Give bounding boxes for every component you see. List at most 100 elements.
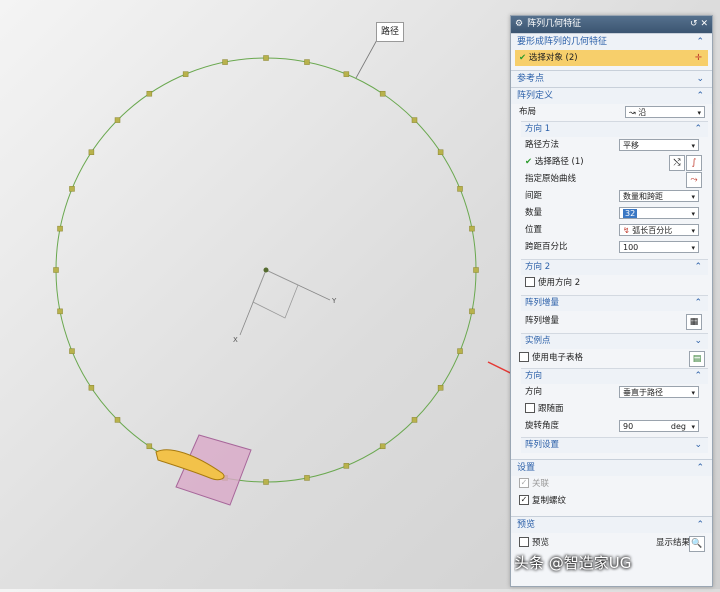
chevron-up-icon[interactable]: ⌃ — [696, 88, 704, 104]
section-objects-title: 要形成阵列的几何特征 — [517, 37, 608, 47]
direction2-header[interactable]: 方向 2 ⌃ — [521, 259, 708, 275]
pattern-settings-title: 阵列设置 — [525, 440, 560, 450]
position-select[interactable]: ↯ 弧长百分比 ▾ — [619, 224, 699, 236]
pattern-instance-marker — [263, 479, 269, 485]
instance-title: 实例点 — [525, 336, 551, 346]
pattern-instance-marker — [469, 225, 475, 232]
increment-header[interactable]: 阵列增量 ⌃ — [521, 295, 708, 311]
copy-threads-row[interactable]: ✓ 复制螺纹 — [511, 493, 712, 510]
chevron-down-icon[interactable]: ⌄ — [694, 438, 702, 453]
direction1-header[interactable]: 方向 1 ⌃ — [521, 121, 708, 137]
dropdown-arrow-icon: ▾ — [691, 423, 695, 431]
chevron-up-icon[interactable]: ⌃ — [694, 260, 702, 275]
follow-face-row[interactable]: 跟随面 — [511, 401, 712, 418]
count-input[interactable]: 32 ▾ — [619, 207, 699, 219]
orientation-title: 方向 — [525, 371, 543, 381]
section-ref-point-title: 参考点 — [517, 74, 545, 84]
position-row: 位置 ↯ 弧长百分比 ▾ — [511, 222, 712, 239]
copy-threads-checkbox[interactable]: ✓ — [519, 494, 529, 505]
pattern-instance-marker — [53, 267, 59, 273]
rotation-angle-input[interactable]: 90 deg ▾ — [619, 420, 699, 432]
spreadsheet-icon[interactable]: ▤ — [689, 351, 705, 367]
use-direction2-checkbox[interactable] — [525, 276, 535, 287]
orientation-header[interactable]: 方向 ⌃ — [521, 368, 708, 384]
section-definition[interactable]: 阵列定义 ⌃ — [511, 87, 712, 104]
use-direction2-label: 使用方向 2 — [538, 278, 581, 288]
section-settings[interactable]: 设置 ⌃ — [511, 459, 712, 476]
dropdown-arrow-icon: ▾ — [691, 389, 695, 397]
pattern-instance-marker — [437, 149, 444, 155]
crosshair-icon[interactable]: ✛ — [695, 50, 702, 66]
dropdown-arrow-icon: ▾ — [697, 109, 701, 117]
pattern-instance-marker — [304, 475, 310, 481]
direction2-title: 方向 2 — [525, 262, 551, 272]
select-objects-label: 选择对象 (2) — [528, 53, 578, 63]
select-path-label: 选择路径 (1) — [534, 157, 584, 167]
span-percent-value: 100 — [623, 243, 639, 252]
chevron-down-icon[interactable]: ⌄ — [696, 71, 704, 87]
dialog-title: 阵列几何特征 — [527, 19, 582, 29]
spreadsheet-label: 使用电子表格 — [532, 353, 584, 363]
pattern-instance-marker — [146, 90, 153, 97]
pattern-instance-marker — [57, 225, 63, 232]
scene-canvas[interactable]: YX — [0, 0, 627, 589]
chevron-up-icon[interactable]: ⌃ — [694, 369, 702, 384]
curve-select-icon[interactable]: ⤳ — [686, 172, 702, 188]
spreadsheet-row[interactable]: 使用电子表格 ▤ — [511, 349, 712, 368]
select-objects-row[interactable]: ✔ 选择对象 (2) ✛ — [515, 50, 708, 66]
instance-header[interactable]: 实例点 ⌄ — [521, 333, 708, 349]
chevron-down-icon[interactable]: ⌄ — [694, 334, 702, 349]
graphics-viewport[interactable]: YX 路径 — [0, 0, 627, 589]
rotation-angle-row: 旋转角度 90 deg ▾ — [511, 418, 712, 435]
pattern-instance-marker — [379, 90, 386, 97]
chevron-up-icon[interactable]: ⌃ — [696, 460, 704, 476]
path-label: 路径 — [376, 22, 404, 42]
pattern-instance-marker — [114, 117, 121, 123]
close-icon[interactable]: ✕ — [700, 19, 708, 29]
pattern-instance-marker — [469, 308, 475, 315]
path-method-select[interactable]: 平移 ▾ — [619, 139, 699, 151]
follow-face-checkbox[interactable] — [525, 402, 535, 413]
associative-row: ✓ 关联 — [511, 476, 712, 493]
rotation-angle-unit: deg — [670, 422, 686, 431]
dropdown-arrow-icon: ▾ — [691, 210, 695, 218]
layout-select[interactable]: ↝ 沿 ▾ — [625, 106, 705, 118]
section-definition-title: 阵列定义 — [517, 91, 554, 101]
reset-icon[interactable]: ↺ — [690, 19, 698, 29]
check-icon: ✔ — [519, 53, 527, 63]
dropdown-arrow-icon: ▾ — [691, 142, 695, 150]
chevron-up-icon[interactable]: ⌃ — [696, 34, 704, 50]
rotation-angle-value: 90 — [623, 422, 634, 431]
spreadsheet-checkbox[interactable] — [519, 351, 529, 362]
position-label: 位置 — [525, 225, 543, 235]
section-objects[interactable]: 要形成阵列的几何特征 ⌃ — [511, 33, 712, 50]
pattern-settings-header[interactable]: 阵列设置 ⌄ — [521, 437, 708, 453]
section-preview[interactable]: 预览 ⌃ — [511, 516, 712, 533]
copy-threads-label: 复制螺纹 — [532, 496, 567, 506]
pattern-instance-marker — [88, 385, 95, 391]
swap-icon[interactable]: ⤭ — [669, 155, 685, 171]
specify-curve-row[interactable]: 指定原始曲线 ⤳ — [511, 171, 712, 188]
specify-curve-label: 指定原始曲线 — [525, 174, 577, 184]
chevron-up-icon[interactable]: ⌃ — [696, 517, 704, 533]
chevron-up-icon[interactable]: ⌃ — [694, 296, 702, 311]
curve-icon[interactable]: ∫ — [686, 155, 702, 171]
section-preview-title: 预览 — [517, 520, 536, 530]
pattern-instance-marker — [411, 117, 418, 123]
chevron-up-icon[interactable]: ⌃ — [694, 122, 702, 137]
use-direction2-row[interactable]: 使用方向 2 — [511, 275, 712, 292]
preview-checkbox[interactable] — [519, 536, 529, 547]
orientation-select[interactable]: 垂直于路径 ▾ — [619, 386, 699, 398]
increment-icon[interactable]: ▦ — [686, 314, 702, 330]
check-icon: ✔ — [525, 157, 533, 167]
increment-label: 阵列增量 — [525, 316, 560, 326]
spacing-label: 间距 — [525, 191, 543, 201]
section-ref-point[interactable]: 参考点 ⌄ — [511, 70, 712, 87]
pattern-instance-marker — [379, 443, 386, 450]
spacing-select[interactable]: 数量和跨距 ▾ — [619, 190, 699, 202]
span-percent-row: 跨距百分比 100 ▾ — [511, 239, 712, 256]
layout-label: 布局 — [519, 107, 537, 117]
span-percent-input[interactable]: 100 ▾ — [619, 241, 699, 253]
select-path-row[interactable]: ✔ 选择路径 (1) ⤭ ∫ — [511, 154, 712, 171]
pattern-instance-marker — [304, 59, 310, 65]
